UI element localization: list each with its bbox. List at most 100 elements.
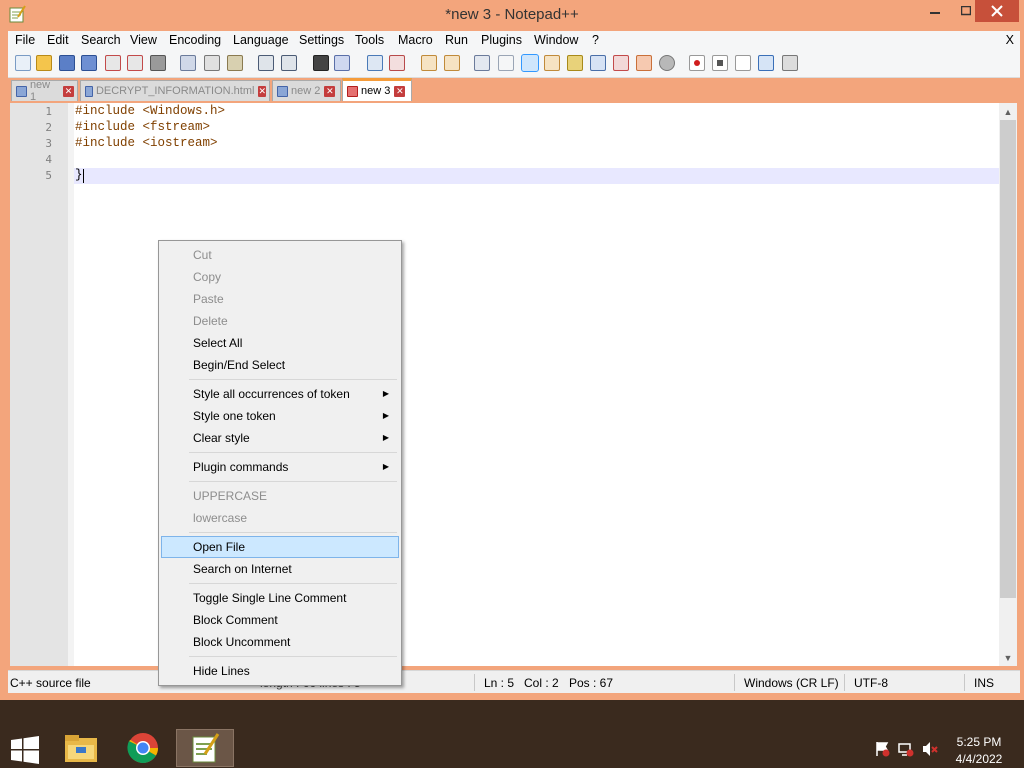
- vertical-scrollbar[interactable]: ▲ ▼: [999, 103, 1017, 666]
- close-all-icon[interactable]: [127, 55, 143, 71]
- tab-new-1[interactable]: new 1 ✕: [11, 79, 78, 103]
- scrollbar-thumb[interactable]: [1000, 120, 1016, 598]
- network-icon[interactable]: [898, 741, 914, 757]
- sync-vertical-icon[interactable]: [421, 55, 437, 71]
- taskbar-clock[interactable]: 5:25 PM 4/4/2022: [950, 734, 1008, 768]
- menu-window[interactable]: Window: [534, 33, 578, 47]
- menu-search[interactable]: Search: [81, 33, 121, 47]
- sync-horizontal-icon[interactable]: [444, 55, 460, 71]
- tab-close-icon[interactable]: ✕: [324, 85, 336, 97]
- status-insert-mode: INS: [974, 676, 995, 690]
- submenu-arrow-icon: ▶: [382, 462, 389, 471]
- paste-icon[interactable]: [227, 55, 243, 71]
- menu-view[interactable]: View: [130, 33, 157, 47]
- flag-icon[interactable]: [874, 741, 890, 757]
- tab-close-icon[interactable]: ✕: [258, 85, 266, 97]
- menu-macro[interactable]: Macro: [398, 33, 433, 47]
- doc-map-icon[interactable]: [567, 55, 583, 71]
- chrome-icon[interactable]: [114, 729, 172, 767]
- menu-file[interactable]: File: [15, 33, 35, 47]
- save-icon[interactable]: [59, 55, 75, 71]
- macro-play-icon[interactable]: [735, 55, 751, 71]
- line-number: 5: [45, 169, 52, 182]
- folder-workspace-icon[interactable]: [636, 55, 652, 71]
- macro-run-multiple-icon[interactable]: [758, 55, 774, 71]
- macro-save-icon[interactable]: [782, 55, 798, 71]
- save-all-icon[interactable]: [81, 55, 97, 71]
- menu-run[interactable]: Run: [445, 33, 468, 47]
- redo-icon[interactable]: [281, 55, 297, 71]
- close-button[interactable]: [975, 0, 1019, 22]
- menu-lowercase[interactable]: lowercase: [161, 507, 399, 529]
- tab-new-3[interactable]: new 3 ✕: [342, 78, 412, 101]
- menu-block-uncomment[interactable]: Block Uncomment: [161, 631, 399, 653]
- print-icon[interactable]: [150, 55, 166, 71]
- tab-close-icon[interactable]: ✕: [394, 85, 406, 97]
- text-caret: [83, 169, 84, 183]
- submenu-arrow-icon: ▶: [382, 411, 389, 420]
- macro-record-icon[interactable]: [689, 55, 705, 71]
- menu-toggle-single-line-comment[interactable]: Toggle Single Line Comment: [161, 587, 399, 609]
- word-wrap-icon[interactable]: [474, 55, 490, 71]
- menu-delete[interactable]: Delete: [161, 310, 399, 332]
- line-number-gutter: 1 2 3 4 5: [10, 103, 68, 666]
- menu-style-all-occurrences[interactable]: Style all occurrences of token ▶: [161, 383, 399, 405]
- menu-hide-lines[interactable]: Hide Lines: [161, 660, 399, 682]
- menu-help[interactable]: ?: [592, 33, 599, 47]
- menu-paste[interactable]: Paste: [161, 288, 399, 310]
- minimize-icon: [930, 12, 940, 14]
- windows-start-icon[interactable]: [11, 736, 39, 764]
- menu-uppercase[interactable]: UPPERCASE: [161, 485, 399, 507]
- function-list-icon[interactable]: [613, 55, 629, 71]
- undo-icon[interactable]: [258, 55, 274, 71]
- file-icon: [16, 85, 27, 97]
- menu-encoding[interactable]: Encoding: [169, 33, 221, 47]
- volume-muted-icon[interactable]: [922, 741, 938, 757]
- new-file-icon[interactable]: [15, 55, 31, 71]
- menu-settings[interactable]: Settings: [299, 33, 344, 47]
- notepadpp-taskbar-button[interactable]: [176, 729, 234, 767]
- macro-stop-icon[interactable]: [712, 55, 728, 71]
- tab-decrypt-information[interactable]: DECRYPT_INFORMATION.html ✕: [80, 80, 270, 101]
- line-number: 4: [45, 153, 52, 166]
- tab-new-2[interactable]: new 2 ✕: [272, 80, 341, 101]
- cut-icon[interactable]: [180, 55, 196, 71]
- zoom-in-icon[interactable]: [367, 55, 383, 71]
- menu-open-file[interactable]: Open File: [161, 536, 399, 558]
- menu-edit[interactable]: Edit: [47, 33, 69, 47]
- tab-label: new 3: [361, 85, 391, 97]
- copy-icon[interactable]: [204, 55, 220, 71]
- submenu-arrow-icon: ▶: [382, 433, 389, 442]
- doc-list-icon[interactable]: [590, 55, 606, 71]
- indent-guide-icon[interactable]: [521, 54, 539, 72]
- menu-search-on-internet[interactable]: Search on Internet: [161, 558, 399, 580]
- menu-cut[interactable]: Cut: [161, 244, 399, 266]
- status-position: Pos : 67: [569, 676, 614, 690]
- file-explorer-icon[interactable]: [52, 729, 110, 767]
- zoom-out-icon[interactable]: [389, 55, 405, 71]
- menu-clear-style[interactable]: Clear style ▶: [161, 427, 399, 449]
- menu-separator: [189, 532, 397, 533]
- menu-select-all[interactable]: Select All: [161, 332, 399, 354]
- open-file-icon[interactable]: [36, 55, 52, 71]
- menu-begin-end-select[interactable]: Begin/End Select: [161, 354, 399, 376]
- menu-style-one-token[interactable]: Style one token ▶: [161, 405, 399, 427]
- menu-plugin-commands[interactable]: Plugin commands ▶: [161, 456, 399, 478]
- scroll-up-icon[interactable]: ▲: [999, 103, 1017, 120]
- menu-language[interactable]: Language: [233, 33, 289, 47]
- menu-copy[interactable]: Copy: [161, 266, 399, 288]
- find-icon[interactable]: [313, 55, 329, 71]
- tab-close-icon[interactable]: ✕: [63, 85, 74, 97]
- monitoring-icon[interactable]: [659, 55, 675, 71]
- scroll-down-icon[interactable]: ▼: [999, 649, 1017, 666]
- menu-tools[interactable]: Tools: [355, 33, 384, 47]
- close-file-icon[interactable]: [105, 55, 121, 71]
- udl-icon[interactable]: [544, 55, 560, 71]
- menu-plugins[interactable]: Plugins: [481, 33, 522, 47]
- replace-icon[interactable]: [334, 55, 350, 71]
- document-close-button[interactable]: X: [1006, 33, 1014, 47]
- close-icon: [991, 5, 1003, 17]
- show-all-chars-icon[interactable]: [498, 55, 514, 71]
- window-title: *new 3 - Notepad++: [445, 6, 579, 23]
- menu-block-comment[interactable]: Block Comment: [161, 609, 399, 631]
